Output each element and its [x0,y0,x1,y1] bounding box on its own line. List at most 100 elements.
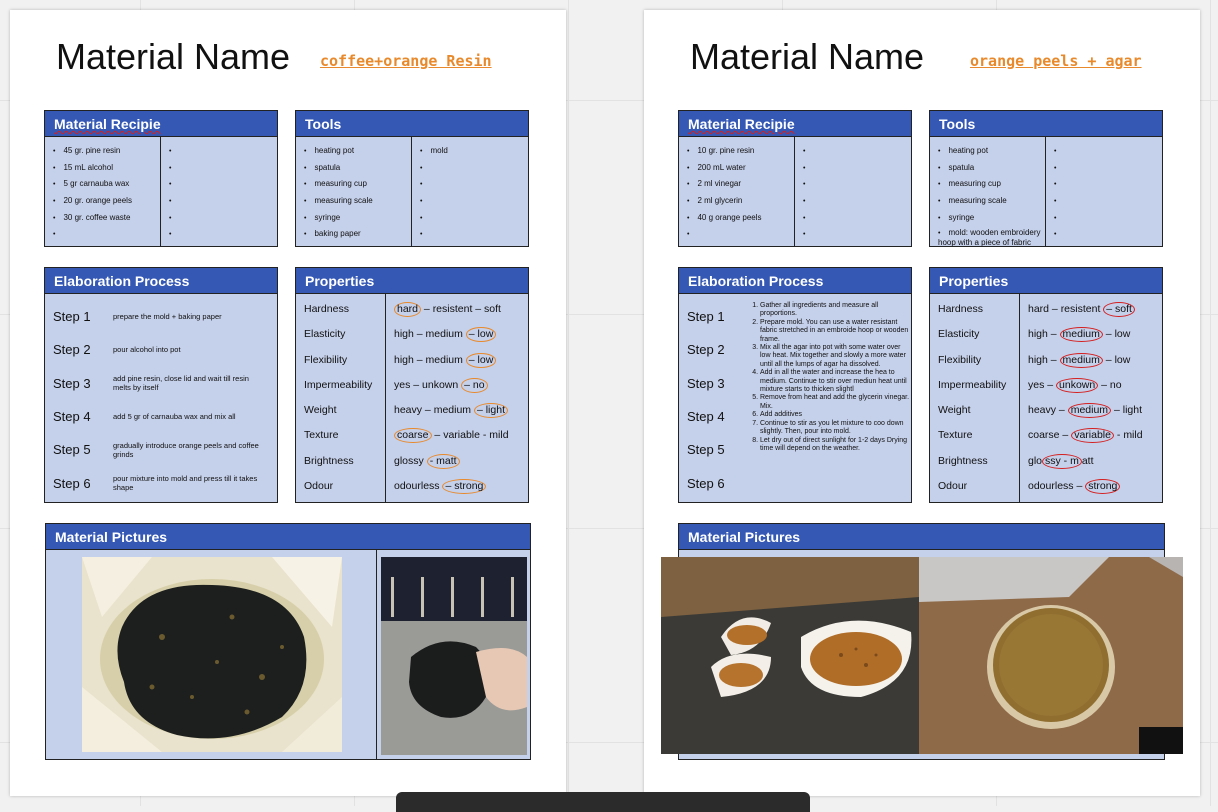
tool-item: baking paper [304,226,411,243]
selected-value: – light [473,403,508,419]
tool-item [420,210,528,227]
selected-value: – low [465,327,497,343]
property-scale: odourless – strong [386,474,528,499]
properties-panel: Properties Hardness Elasticity Flexibili… [295,267,529,503]
selected-value: ssy - m [1042,453,1082,469]
property-scale: glossy - matt [1028,453,1094,469]
recipe-item [169,176,277,193]
recipe-item: 10 gr. pine resin [687,143,794,160]
property-name: Impermeability [938,378,1007,391]
property-scale: high – medium – low [1028,352,1131,368]
recipe-item [169,160,277,177]
resin-photo-2[interactable] [381,557,527,755]
property-name: Impermeability [304,378,373,391]
recipe-item [169,226,277,243]
recipe-item: 5 gr carnauba wax [53,176,160,193]
recipe-item [803,226,911,243]
tool-item: measuring scale [304,193,411,210]
recipe-item: 30 gr. coffee waste [53,210,160,227]
agar-samples-photo[interactable] [661,557,919,754]
property-scale: hard – resistent – soft [386,297,528,322]
process-panel: Elaboration Process Step 1 prepare the mo… [44,267,278,503]
property-name: Odour [304,480,334,493]
recipe-item: 15 mL alcohol [53,160,160,177]
tool-item [1054,210,1162,227]
recipe-item [687,226,794,243]
selected-value: variable [1071,428,1114,444]
process-step: Step 5 gradually introduce orange peels a… [53,440,259,459]
properties-header: Properties [296,268,528,294]
recipe-item [803,176,911,193]
process-step: Step 6 [687,475,725,491]
tool-item [420,160,528,177]
tools-panel: Tools heating pot spatula measuring cup … [295,110,529,247]
recipe-item [803,143,911,160]
recipe-item: 2 ml glycerin [687,193,794,210]
recipe-item [803,160,911,177]
page-title: Material Name [690,36,925,77]
agar-samples-image [661,557,919,754]
recipe-item: 200 mL water [687,160,794,177]
property-name: Weight [938,404,971,417]
process-step: Step 6 pour mixture into mold and press t… [53,474,258,493]
resin-photo-1[interactable] [82,557,342,752]
material-sheet-1: Material Name coffee+orange Resin Materi… [10,10,566,796]
property-scale: yes – unkown – no [386,373,528,398]
property-scale: high – medium – low [1028,327,1131,343]
recipe-panel: Material Recipie 45 gr. pine resin 15 mL… [44,110,278,247]
resin-disc-image [82,557,342,752]
recipe-item [53,226,160,243]
recipe-item [803,210,911,227]
property-scale: glossy - matt [386,449,528,474]
pictures-header: Material Pictures [679,524,1164,550]
tool-item: syringe [938,210,1045,227]
property-name: Brightness [304,454,354,467]
material-name-value[interactable]: orange peels + agar [970,52,1142,70]
recipe-item: 45 gr. pine resin [53,143,160,160]
property-name: Texture [938,429,973,442]
recipe-item [803,193,911,210]
property-name: Elasticity [304,328,346,341]
page-title: Material Name [56,36,291,77]
property-name: Hardness [304,303,349,315]
selected-value: - matt [426,453,460,469]
agar-disc-image [919,557,1183,754]
material-name-value[interactable]: coffee+orange Resin [320,52,492,70]
property-scale: yes – unkown – no [1028,377,1122,393]
property-name: Flexibility [938,353,982,366]
tool-item: spatula [304,160,411,177]
resin-in-hand-image [381,557,527,755]
property-scale: high – medium – low [386,348,528,373]
recipe-panel: Material Recipie 10 gr. pine resin 200 m… [678,110,912,247]
property-scale: coarse – variable - mild [386,423,528,448]
tool-item: syringe [304,210,411,227]
agar-disc-photo[interactable] [919,557,1183,754]
tool-item: heating pot [938,143,1045,160]
recipe-item [169,210,277,227]
tool-item: measuring scale [938,193,1045,210]
tool-item: mold [420,143,528,160]
recipe-item: 40 g orange peels [687,210,794,227]
instructions-list: Gather all ingredients and measure all p… [749,302,910,453]
tool-item [1054,226,1162,243]
recipe-item [169,143,277,160]
property-name: Hardness [938,303,983,315]
tool-item [1054,176,1162,193]
process-panel: Elaboration Process Step 1 Step 2 Step 3… [678,267,912,503]
selected-value: – low [465,352,497,368]
property-name: Texture [304,429,339,442]
selected-value: medium [1067,403,1112,419]
pictures-panel: Material Pictures [45,523,531,760]
recipe-header: Material Recipie [679,111,911,137]
bottom-toolbar[interactable] [396,792,810,812]
process-header: Elaboration Process [45,268,277,294]
selected-value: hard [394,302,422,317]
selected-value: strong [1085,479,1121,495]
recipe-header: Material Recipie [45,111,277,137]
property-name: Weight [304,404,337,417]
selected-value: coarse [394,428,432,444]
process-step: Step 2 pour alcohol into pot [53,342,181,358]
property-scale: heavy – medium – light [1028,403,1142,419]
tool-item: heating pot [304,143,411,160]
property-name: Brightness [938,454,988,467]
